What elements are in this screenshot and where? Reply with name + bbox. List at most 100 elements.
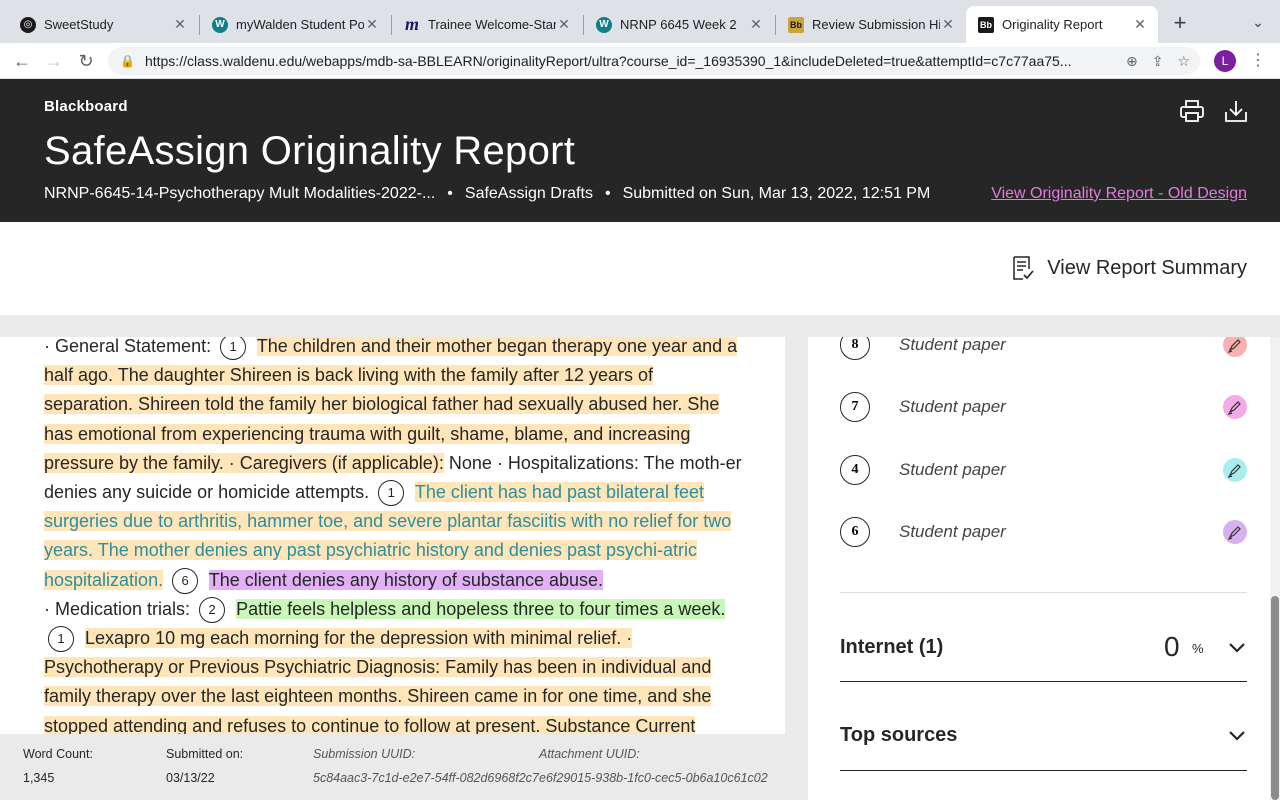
profile-avatar[interactable]: L — [1214, 50, 1236, 72]
citation-number[interactable]: 1 — [378, 480, 405, 507]
chevron-down-icon[interactable] — [1227, 637, 1247, 657]
matched-text[interactable]: Lexapro 10 mg each morning for the depre… — [44, 628, 712, 734]
close-icon[interactable]: ✕ — [364, 16, 380, 33]
reload-icon[interactable]: ↻ — [74, 49, 98, 73]
separator-dot: • — [604, 185, 611, 202]
view-report-summary-label: View Report Summary — [1047, 256, 1247, 279]
tab-title: NRNP 6645 Week 2 — [620, 17, 737, 32]
forward-icon[interactable]: → — [42, 49, 66, 73]
source-number: 6 — [840, 517, 870, 547]
tab-trainee-welcome[interactable]: m Trainee Welcome-Start Here ✕ — [392, 6, 582, 43]
print-icon[interactable] — [1179, 98, 1205, 124]
summary-bar: View Report Summary — [0, 222, 1280, 315]
source-number: 4 — [840, 455, 870, 485]
close-icon[interactable]: ✕ — [172, 16, 188, 33]
view-report-summary-button[interactable]: View Report Summary — [1011, 255, 1247, 281]
scrollbar-thumb[interactable] — [1271, 596, 1279, 800]
tab-title: myWalden Student Portal — [236, 17, 364, 32]
word-count: Word Count: 1,345 — [23, 747, 93, 785]
document-text: · General Statement: 1 The children and … — [44, 337, 744, 734]
close-icon[interactable]: ✕ — [748, 16, 764, 33]
course-name: NRNP-6645-14-Psychotherapy Mult Modaliti… — [44, 185, 436, 202]
source-row[interactable]: 6 Student paper — [840, 512, 1247, 552]
browser-tab-strip: ◎ SweetStudy ✕ W myWalden Student Portal… — [0, 0, 1280, 43]
new-tab-icon[interactable]: + — [1168, 12, 1192, 36]
walden-w-icon: W — [596, 16, 612, 33]
highlighter-icon[interactable] — [1223, 395, 1247, 419]
source-row[interactable]: 4 Student paper — [840, 450, 1247, 490]
old-design-link[interactable]: View Originality Report - Old Design — [991, 185, 1247, 203]
citation-number[interactable]: 1 — [48, 626, 74, 653]
download-icon[interactable] — [1223, 98, 1249, 124]
matched-text[interactable]: The client denies any history of substan… — [208, 569, 604, 590]
submitted-on: Submitted on: 03/13/22 — [166, 747, 244, 785]
tab-mywalden[interactable]: W myWalden Student Portal ✕ — [200, 6, 390, 43]
internet-percentage: 0 — [1164, 631, 1180, 662]
close-icon[interactable]: ✕ — [1132, 16, 1148, 33]
text-segment: · General Statement: — [44, 337, 212, 356]
submitted-date: Submitted on Sun, Mar 13, 2022, 12:51 PM — [622, 185, 931, 202]
blackboard-bb-icon: Bb — [788, 16, 804, 33]
brand-logo: Blackboard — [44, 98, 128, 115]
bookmark-star-icon[interactable]: ☆ — [1177, 53, 1190, 70]
source-label: Student paper — [899, 397, 1006, 416]
content-separator — [0, 315, 1280, 337]
source-label: Student paper — [899, 522, 1006, 541]
back-icon[interactable]: ← — [10, 49, 34, 73]
mediasite-m-icon: m — [404, 14, 419, 34]
tab-title: SweetStudy — [44, 17, 114, 32]
assignment-name: SafeAssign Drafts — [464, 185, 593, 202]
walden-w-icon: W — [212, 16, 228, 33]
tab-title: Trainee Welcome-Start Here — [428, 17, 556, 32]
citation-number[interactable]: 6 — [172, 567, 199, 594]
tab-title: Review Submission History — [812, 17, 940, 32]
matched-text[interactable]: Pattie feels helpless and hopeless three… — [236, 598, 726, 619]
attachment-uuid: Attachment UUID: e6f29015-938b-1fc0-cec5… — [539, 747, 768, 785]
panel-divider — [785, 337, 808, 800]
source-label: Student paper — [899, 460, 1006, 479]
highlighter-icon[interactable] — [1223, 520, 1247, 544]
citation-number[interactable]: 2 — [199, 597, 226, 624]
top-sources-section[interactable]: Top sources — [840, 682, 1247, 771]
sweetstudy-icon: ◎ — [20, 16, 36, 33]
blackboard-bb-icon: Bb — [978, 16, 994, 33]
separator-dot: • — [447, 185, 453, 202]
chevron-down-icon[interactable] — [1227, 725, 1247, 745]
close-icon[interactable]: ✕ — [556, 16, 572, 33]
menu-kebab-icon[interactable]: ⋮ — [1250, 50, 1266, 72]
submission-uuid: Submission UUID: 5c84aac3-7c1d-e2e7-54ff… — [313, 747, 539, 785]
report-meta: NRNP-6645-14-Psychotherapy Mult Modaliti… — [44, 185, 930, 203]
source-number: 7 — [840, 392, 870, 422]
highlighter-icon[interactable] — [1223, 337, 1247, 357]
internet-section-title: Internet (1) — [840, 636, 944, 658]
source-label: Student paper — [899, 337, 1006, 354]
document-footer: Word Count: 1,345 Submitted on: 03/13/22… — [0, 734, 785, 800]
lock-icon: 🔒 — [120, 54, 135, 68]
browser-toolbar: ← → ↻ 🔒 https://class.waldenu.edu/webapp… — [0, 43, 1280, 79]
tab-title: Originality Report — [1002, 17, 1103, 32]
source-row[interactable]: 7 Student paper — [840, 387, 1247, 427]
citation-number[interactable]: 1 — [220, 337, 247, 361]
url-text[interactable]: https://class.waldenu.edu/webapps/mdb-sa… — [145, 53, 1112, 69]
report-header: Blackboard SafeAssign Originality Report… — [0, 79, 1280, 222]
chevron-down-icon[interactable]: ⌄ — [1248, 14, 1268, 34]
tab-originality-report[interactable]: Bb Originality Report ✕ — [966, 6, 1158, 43]
address-bar[interactable]: 🔒 https://class.waldenu.edu/webapps/mdb-… — [108, 47, 1200, 75]
close-icon[interactable]: ✕ — [940, 16, 956, 33]
internet-section[interactable]: Internet (1) 0 % — [840, 593, 1247, 682]
tab-sweetstudy[interactable]: ◎ SweetStudy ✕ — [8, 6, 198, 43]
source-row[interactable]: 8 Student paper — [840, 337, 1247, 365]
highlighter-icon[interactable] — [1223, 458, 1247, 482]
source-number: 8 — [840, 337, 870, 360]
top-sources-title: Top sources — [840, 724, 958, 746]
tab-nrnp-week2[interactable]: W NRNP 6645 Week 2 ✕ — [584, 6, 774, 43]
text-segment: · Medication trials: — [44, 598, 191, 619]
percent-symbol: % — [1192, 641, 1204, 656]
tab-review-submission[interactable]: Bb Review Submission History ✕ — [776, 6, 966, 43]
zoom-icon[interactable]: ⊕ — [1126, 53, 1138, 70]
submission-document: · General Statement: 1 The children and … — [0, 337, 785, 734]
report-summary-icon — [1013, 256, 1034, 280]
page-title: SafeAssign Originality Report — [44, 129, 576, 173]
sources-panel: 8 Student paper 7 Student paper 4 Studen… — [808, 337, 1270, 800]
share-icon[interactable]: ⇪ — [1152, 53, 1164, 70]
